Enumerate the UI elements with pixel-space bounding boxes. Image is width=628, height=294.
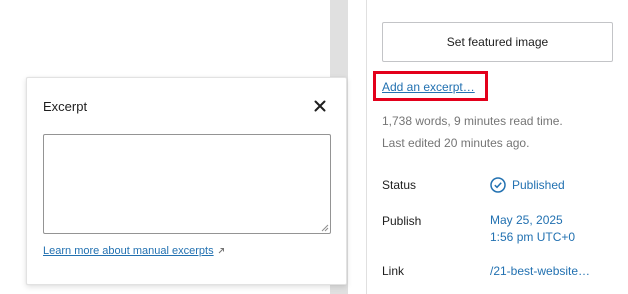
published-check-icon: [490, 177, 506, 193]
word-count: 1,738 words, 9 minutes read time.: [382, 114, 563, 128]
close-icon[interactable]: [309, 95, 331, 117]
resize-grip-icon[interactable]: [321, 224, 329, 232]
excerpt-popover: Excerpt Learn more about manual excerpts: [26, 77, 347, 285]
status-button[interactable]: Published: [490, 177, 565, 193]
status-value: Published: [512, 178, 565, 192]
add-excerpt-link[interactable]: Add an excerpt…: [382, 80, 475, 94]
learn-more-excerpts-link[interactable]: Learn more about manual excerpts: [43, 245, 225, 257]
learn-more-label: Learn more about manual excerpts: [43, 245, 214, 257]
publish-date-button[interactable]: May 25, 2025 1:56 pm UTC+0: [490, 213, 575, 244]
publish-date: May 25, 2025: [490, 213, 563, 227]
post-link-button[interactable]: /21-best-website…: [490, 264, 590, 278]
excerpt-popover-title: Excerpt: [43, 99, 88, 114]
excerpt-textarea[interactable]: [43, 134, 331, 234]
last-edited: Last edited 20 minutes ago.: [382, 136, 530, 150]
publish-label: Publish: [382, 214, 422, 228]
link-label: Link: [382, 264, 405, 278]
external-link-icon: [218, 248, 224, 254]
set-featured-image-button[interactable]: Set featured image: [382, 22, 613, 62]
status-label: Status: [382, 178, 417, 192]
publish-time: 1:56 pm UTC+0: [490, 230, 576, 244]
sidebar-divider: [366, 0, 367, 294]
